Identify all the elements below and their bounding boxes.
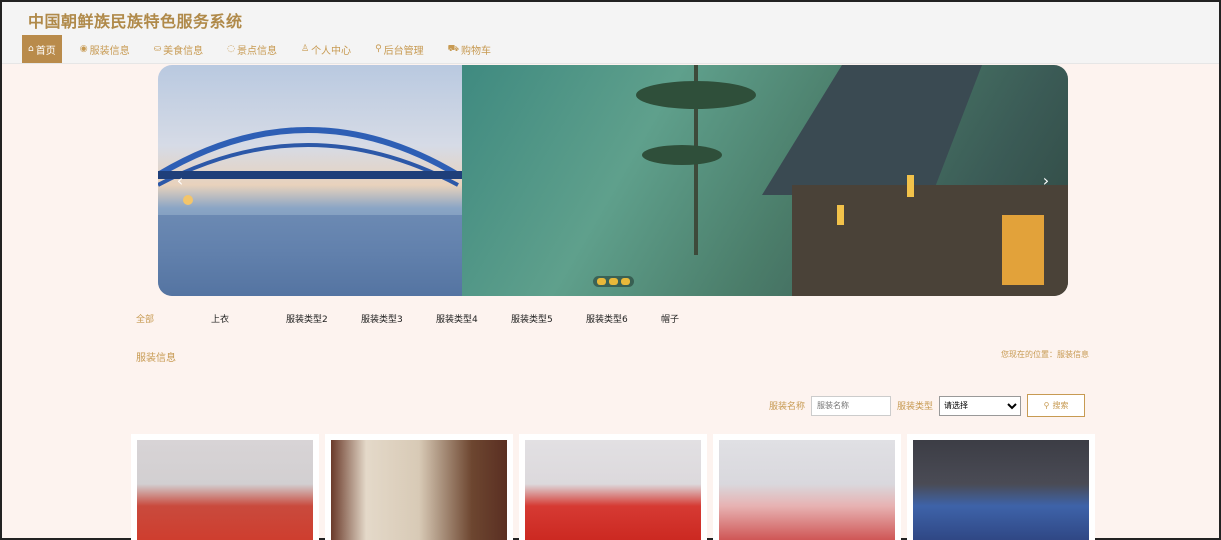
fantasy-house-image bbox=[462, 65, 1068, 296]
category-type2[interactable]: 服装类型2 bbox=[286, 312, 361, 325]
carousel-dot[interactable] bbox=[621, 278, 630, 285]
cart-icon: ⛟ bbox=[447, 43, 459, 54]
main-nav: ⌂ 首页 ◉ 服装信息 ⛀ 美食信息 ◌ 景点信息 ♙ 个人中心 ⚲ 后台管理 … bbox=[22, 35, 515, 63]
house-illustration bbox=[636, 65, 1068, 296]
nav-label: 服装信息 bbox=[89, 45, 130, 57]
carousel-dot[interactable] bbox=[597, 278, 606, 285]
product-image bbox=[719, 440, 895, 540]
product-card[interactable] bbox=[131, 434, 319, 540]
bridge-sunset-image bbox=[158, 65, 462, 296]
category-tops[interactable]: 上衣 bbox=[211, 312, 286, 325]
site-title: 中国朝鲜族民族特色服务系统 bbox=[28, 12, 243, 31]
breadcrumb: 您现在的位置：服装信息 bbox=[1001, 350, 1089, 359]
category-type3[interactable]: 服装类型3 bbox=[361, 312, 436, 325]
clothing-type-select[interactable]: 请选择 bbox=[939, 395, 1022, 416]
nav-profile[interactable]: ♙ 个人中心 bbox=[301, 35, 351, 63]
carousel-next-arrow[interactable]: › bbox=[1036, 169, 1056, 191]
attraction-icon: ◌ bbox=[227, 44, 235, 54]
nav-label: 购物车 bbox=[460, 45, 491, 57]
product-card[interactable] bbox=[325, 434, 513, 540]
banner-carousel[interactable]: ‹ › bbox=[158, 65, 1068, 296]
category-type4[interactable]: 服装类型4 bbox=[436, 312, 511, 325]
user-icon: ♙ bbox=[300, 44, 310, 54]
category-filter: 全部 上衣 服装类型2 服装类型3 服装类型4 服装类型5 服装类型6 帽子 bbox=[136, 312, 736, 325]
top-bar: 中国朝鲜族民族特色服务系统 ⌂ 首页 ◉ 服装信息 ⛀ 美食信息 ◌ 景点信息 … bbox=[2, 2, 1219, 64]
nav-label: 景点信息 bbox=[236, 45, 277, 57]
product-card[interactable] bbox=[519, 434, 707, 540]
product-card[interactable] bbox=[713, 434, 901, 540]
search-icon: ⚲ bbox=[1043, 401, 1050, 410]
nav-food[interactable]: ⛀ 美食信息 bbox=[154, 35, 204, 63]
nav-attractions[interactable]: ◌ 景点信息 bbox=[227, 35, 277, 63]
nav-label: 后台管理 bbox=[383, 45, 424, 57]
nav-admin[interactable]: ⚲ 后台管理 bbox=[375, 35, 424, 63]
nav-clothing[interactable]: ◉ 服装信息 bbox=[80, 35, 130, 63]
clothing-icon: ◉ bbox=[79, 44, 88, 54]
nav-label: 首页 bbox=[35, 45, 56, 57]
search-button-label: 搜索 bbox=[1052, 401, 1069, 410]
nav-cart[interactable]: ⛟ 购物车 bbox=[448, 35, 491, 63]
product-card[interactable] bbox=[907, 434, 1095, 540]
link-icon: ⚲ bbox=[375, 44, 382, 54]
section-title: 服装信息 bbox=[136, 353, 176, 364]
carousel-dots bbox=[593, 276, 634, 287]
carousel-dot[interactable] bbox=[609, 278, 618, 285]
product-image bbox=[137, 440, 313, 540]
product-grid bbox=[131, 434, 1095, 540]
product-image bbox=[525, 440, 701, 540]
nav-label: 个人中心 bbox=[311, 45, 352, 57]
nav-home[interactable]: ⌂ 首页 bbox=[22, 35, 62, 63]
food-icon: ⛀ bbox=[153, 44, 162, 54]
home-icon: ⌂ bbox=[28, 44, 34, 54]
carousel-prev-arrow[interactable]: ‹ bbox=[170, 169, 190, 191]
category-type6[interactable]: 服装类型6 bbox=[586, 312, 661, 325]
clothing-name-input[interactable] bbox=[811, 395, 892, 416]
search-button[interactable]: ⚲ 搜索 bbox=[1027, 394, 1086, 417]
bridge-illustration bbox=[158, 127, 462, 296]
search-bar: 服装名称 服装类型 请选择 ⚲ 搜索 bbox=[769, 394, 1086, 417]
category-type5[interactable]: 服装类型5 bbox=[511, 312, 586, 325]
category-all[interactable]: 全部 bbox=[136, 312, 211, 325]
name-label: 服装名称 bbox=[769, 402, 806, 412]
product-image bbox=[913, 440, 1089, 540]
product-image bbox=[331, 440, 507, 540]
category-hats[interactable]: 帽子 bbox=[661, 312, 736, 325]
type-label: 服装类型 bbox=[897, 402, 934, 412]
nav-label: 美食信息 bbox=[163, 45, 204, 57]
